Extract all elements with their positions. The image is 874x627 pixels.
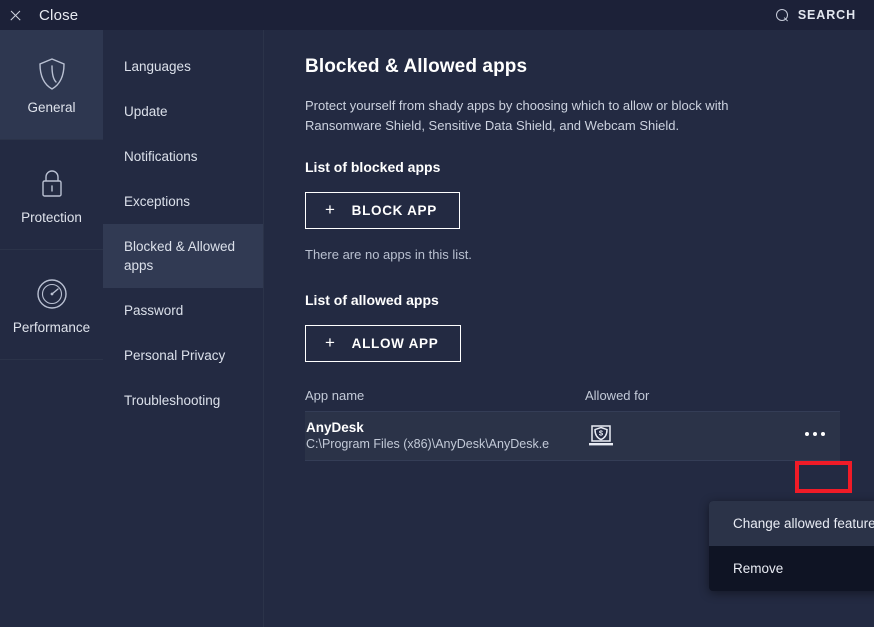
sidebar-item-label: Protection [21,210,82,225]
app-path-text: C:\Program Files (x86)\AnyDesk\AnyDesk.e… [306,436,549,453]
secondary-nav: Languages Update Notifications Exception… [103,30,264,627]
block-app-button-label: BLOCK APP [352,203,437,218]
sidebar-item-general[interactable]: General [0,30,103,140]
close-button[interactable]: Close [0,0,78,30]
row-more-options-button[interactable] [786,418,843,449]
blocked-apps-heading: List of blocked apps [305,159,874,175]
close-icon [9,9,22,22]
column-header-app-name: App name [305,388,585,403]
sidebar-item-performance[interactable]: Performance [0,250,103,360]
search-icon [776,9,789,22]
context-menu-item-change-allowed-features[interactable]: Change allowed features [709,501,874,546]
blocked-apps-empty-message: There are no apps in this list. [305,247,874,262]
ellipsis-icon [821,432,825,436]
gauge-icon [33,275,71,313]
subnav-item-blocked-allowed-apps[interactable]: Blocked & Allowed apps [103,224,263,288]
context-menu-item-remove[interactable]: Remove [709,546,874,591]
app-name-text: AnyDesk [306,419,585,436]
primary-sidebar: General Protection Perfor [0,30,103,627]
subnav-item-exceptions[interactable]: Exceptions [103,179,263,224]
search-button[interactable]: SEARCH [776,0,856,30]
allowed-apps-table: App name Allowed for AnyDesk C:\Program … [305,388,840,461]
ellipsis-icon [805,432,809,436]
title-bar: Close SEARCH [0,0,874,30]
table-row[interactable]: AnyDesk C:\Program Files (x86)\AnyDesk\A… [305,412,840,461]
subnav-item-password[interactable]: Password [103,288,263,333]
subnav-item-notifications[interactable]: Notifications [103,134,263,179]
column-header-allowed-for: Allowed for [585,388,840,403]
allow-app-button-label: ALLOW APP [352,336,439,351]
sidebar-item-label: Performance [13,320,90,335]
sidebar-item-protection[interactable]: Protection [0,140,103,250]
row-context-menu: Change allowed features Remove [709,501,874,591]
plus-icon: + [325,201,336,218]
cell-app-name: AnyDesk C:\Program Files (x86)\AnyDesk\A… [305,419,585,453]
close-button-label: Close [39,7,78,24]
subnav-item-update[interactable]: Update [103,89,263,134]
allow-app-button[interactable]: + ALLOW APP [305,325,461,362]
subnav-item-personal-privacy[interactable]: Personal Privacy [103,333,263,378]
plus-icon: + [325,334,336,351]
allowed-apps-heading: List of allowed apps [305,292,874,308]
search-button-label: SEARCH [798,8,856,22]
block-app-button[interactable]: + BLOCK APP [305,192,460,229]
table-header-row: App name Allowed for [305,388,840,412]
page-description: Protect yourself from shady apps by choo… [305,96,775,136]
page-title: Blocked & Allowed apps [305,56,874,78]
ellipsis-icon [813,432,817,436]
lock-icon [33,165,71,203]
subnav-item-troubleshooting[interactable]: Troubleshooting [103,378,263,423]
ransomware-shield-icon: $ [588,424,614,448]
sidebar-item-label: General [27,100,75,115]
shield-icon [33,55,71,93]
settings-window: Close SEARCH General [0,0,874,627]
subnav-item-languages[interactable]: Languages [103,44,263,89]
